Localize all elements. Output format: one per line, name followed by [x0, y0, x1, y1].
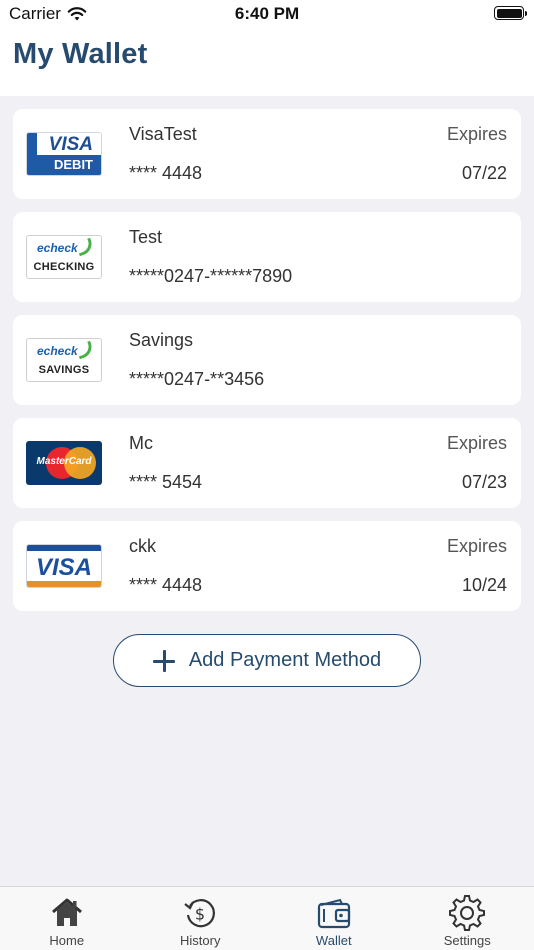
- payment-card[interactable]: VISA ckk **** 4448 Expires 10/24: [13, 521, 521, 611]
- payment-card[interactable]: echeck SAVINGS Savings *****0247-**3456: [13, 315, 521, 405]
- payment-card[interactable]: echeck CHECKING Test *****0247-******789…: [13, 212, 521, 302]
- card-number: *****0247-******7890: [129, 266, 293, 286]
- payment-card[interactable]: MasterCard Mc **** 5454 Expires 07/23: [13, 418, 521, 508]
- plus-icon: [152, 649, 175, 672]
- logo-subtext: DEBIT: [27, 155, 101, 175]
- svg-text:$: $: [195, 905, 205, 924]
- battery-icon: [494, 6, 527, 20]
- add-payment-method-label: Add Payment Method: [188, 649, 382, 671]
- tab-label: Home: [49, 933, 85, 948]
- expires-date: 07/22: [461, 163, 507, 183]
- echeck-checking-logo: echeck CHECKING: [26, 235, 102, 279]
- swoosh-icon: [75, 237, 95, 257]
- card-number: **** 5454: [129, 472, 203, 492]
- history-icon: $: [184, 899, 216, 928]
- visa-debit-logo: VISA DEBIT: [26, 132, 102, 176]
- echeck-savings-logo: echeck SAVINGS: [26, 338, 102, 382]
- card-name: Savings: [129, 330, 194, 350]
- card-number: **** 4448: [129, 575, 203, 595]
- tab-label: History: [180, 933, 221, 948]
- logo-band: [27, 581, 101, 587]
- card-number: *****0247-**3456: [129, 369, 265, 389]
- expires-date: 07/23: [461, 472, 507, 492]
- logo-subtext: SAVINGS: [38, 364, 90, 376]
- expires-label: Expires: [446, 536, 507, 556]
- payment-method-list: VISA DEBIT VisaTest **** 4448 Expires 07…: [13, 109, 521, 624]
- tab-settings[interactable]: Settings: [401, 887, 534, 950]
- expires-label: Expires: [446, 433, 507, 453]
- card-name: ckk: [129, 536, 156, 556]
- mastercard-logo: MasterCard: [26, 441, 102, 485]
- card-name: VisaTest: [129, 124, 197, 144]
- tab-wallet[interactable]: Wallet: [267, 887, 401, 950]
- add-payment-method-button[interactable]: Add Payment Method: [113, 634, 421, 687]
- logo-band: [27, 545, 101, 551]
- logo-text: echeck: [37, 344, 78, 358]
- expires-label: Expires: [446, 124, 507, 144]
- card-name: Mc: [129, 433, 153, 453]
- gear-icon: [449, 895, 486, 931]
- tab-bar: Home $ History Wallet Settings: [0, 886, 534, 950]
- logo-text: MasterCard: [36, 456, 92, 467]
- tab-label: Settings: [443, 933, 491, 948]
- battery-fill: [496, 8, 522, 18]
- card-name: Test: [129, 227, 163, 247]
- status-bar: Carrier 6:40 PM: [0, 0, 534, 28]
- status-time: 6:40 PM: [234, 4, 300, 23]
- tab-home[interactable]: Home: [0, 887, 134, 950]
- logo-subtext: CHECKING: [33, 261, 95, 273]
- card-number: **** 4448: [129, 163, 203, 183]
- tab-label: Wallet: [315, 933, 352, 948]
- logo-text: echeck: [37, 241, 78, 255]
- tab-history[interactable]: $ History: [134, 887, 268, 950]
- home-icon: [51, 898, 82, 926]
- logo-text: VISA: [35, 554, 92, 581]
- payment-card[interactable]: VISA DEBIT VisaTest **** 4448 Expires 07…: [13, 109, 521, 199]
- visa-logo: VISA: [26, 544, 102, 588]
- logo-text: VISA: [48, 134, 93, 155]
- expires-date: 10/24: [461, 575, 507, 595]
- wallet-icon: [317, 898, 350, 929]
- swoosh-icon: [75, 340, 95, 360]
- header: Carrier 6:40 PM My Wallet: [0, 0, 534, 96]
- page-title: My Wallet: [13, 38, 148, 70]
